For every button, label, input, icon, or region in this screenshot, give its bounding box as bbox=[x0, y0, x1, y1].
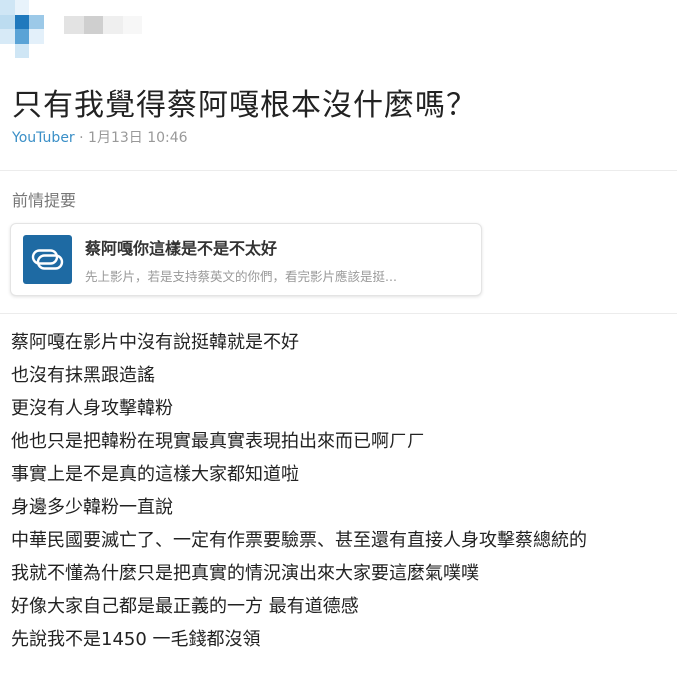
body-line: 他也只是把韓粉在現實最真實表現拍出來而已啊ㄏㄏ bbox=[11, 431, 425, 452]
reference-description: 先上影片，若是支持蔡英文的你們，看完影片應該是挺... bbox=[85, 269, 397, 284]
blur-pixel bbox=[103, 16, 123, 34]
body-line: 先說我不是1450 一毛錢都沒領 bbox=[11, 629, 261, 650]
avatar-pixel bbox=[43, 0, 58, 15]
avatar-pixel bbox=[29, 29, 44, 44]
avatar-pixel bbox=[0, 0, 15, 15]
avatar-pixel bbox=[14, 43, 29, 58]
avatar-pixel bbox=[14, 0, 29, 15]
link-icon bbox=[23, 235, 72, 284]
post-meta: YouTuber · 1月13日 10:46 bbox=[12, 127, 188, 147]
blurred-username bbox=[64, 16, 142, 34]
body-line: 我就不懂為什麼只是把真實的情況演出來大家要這麼氣噗噗 bbox=[11, 563, 479, 584]
avatar-pixel bbox=[0, 14, 15, 29]
avatar-pixel bbox=[14, 14, 29, 29]
author-link[interactable]: YouTuber bbox=[12, 130, 75, 146]
avatar-pixel bbox=[14, 29, 29, 44]
body-line: 也沒有抹黑跟造謠 bbox=[11, 365, 155, 386]
body-line: 事實上是不是真的這樣大家都知道啦 bbox=[11, 464, 299, 485]
avatar[interactable] bbox=[0, 0, 58, 58]
avatar-pixel bbox=[43, 29, 58, 44]
post-timestamp: 1月13日 10:46 bbox=[88, 130, 188, 146]
avatar-pixel bbox=[0, 43, 15, 58]
avatar-pixel bbox=[43, 14, 58, 29]
avatar-pixel bbox=[29, 43, 44, 58]
blur-pixel bbox=[122, 16, 142, 34]
avatar-pixel bbox=[0, 29, 15, 44]
divider bbox=[0, 313, 677, 314]
body-line: 好像大家自己都是最正義的一方 最有道德感 bbox=[11, 596, 359, 617]
body-line: 中華民國要滅亡了、一定有作票要驗票、甚至還有直接人身攻擊蔡總統的 bbox=[11, 530, 587, 551]
reference-title: 蔡阿嘎你這樣是不是不太好 bbox=[85, 239, 278, 258]
blur-pixel bbox=[83, 16, 103, 34]
reference-post-card[interactable]: 蔡阿嘎你這樣是不是不太好 先上影片，若是支持蔡英文的你們，看完影片應該是挺... bbox=[10, 223, 482, 296]
body-line: 蔡阿嘎在影片中沒有說挺韓就是不好 bbox=[11, 332, 299, 353]
post-body: 蔡阿嘎在影片中沒有說挺韓就是不好 也沒有抹黑跟造謠 更沒有人身攻擊韓粉 他也只是… bbox=[11, 326, 671, 656]
body-line: 更沒有人身攻擊韓粉 bbox=[11, 398, 173, 419]
body-line: 身邊多少韓粉一直說 bbox=[11, 497, 173, 518]
avatar-pixel bbox=[29, 14, 44, 29]
avatar-pixel bbox=[43, 43, 58, 58]
avatar-pixel bbox=[29, 0, 44, 15]
post-title: 只有我覺得蔡阿嘎根本沒什麼嗎？ bbox=[12, 88, 477, 123]
section-label: 前情提要 bbox=[12, 191, 77, 210]
divider bbox=[0, 170, 677, 171]
meta-separator: · bbox=[79, 130, 84, 146]
blur-pixel bbox=[64, 16, 84, 34]
